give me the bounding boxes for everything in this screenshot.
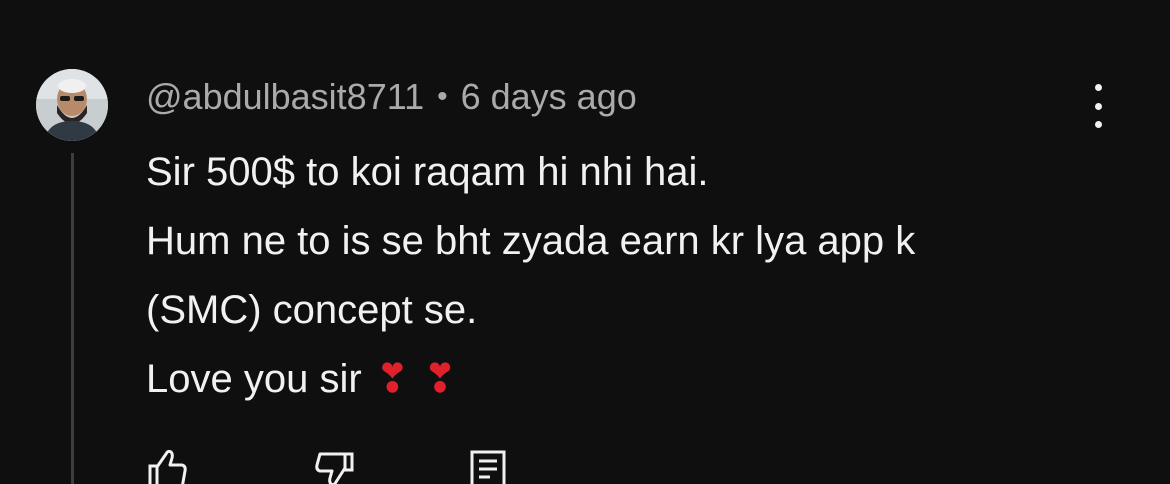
avatar-image [36, 69, 108, 141]
comment-line: Sir 500$ to koi raqam hi nhi hai. [146, 150, 709, 194]
reply-comment-icon [470, 450, 506, 484]
comment-timestamp[interactable]: 6 days ago [461, 76, 637, 118]
comment-line: (SMC) concept se. [146, 288, 478, 332]
author-handle[interactable]: @abdulbasit8711 [146, 76, 424, 118]
meta-separator: • [437, 80, 448, 113]
more-vertical-icon-dot [1094, 102, 1102, 110]
comment-actions [146, 446, 546, 484]
comment-line-last: Love you sir ❣ ❣ [146, 345, 1136, 414]
dislike-button[interactable] [314, 446, 356, 484]
heart-exclamation-emoji: ❣ [423, 357, 457, 401]
thumbs-up-icon [148, 449, 187, 484]
comment-line-text: Love you sir [146, 357, 362, 401]
more-vertical-icon-dot [1094, 84, 1102, 91]
comment-thread: @abdulbasit8711 • 6 days ago Sir 500$ to… [0, 0, 1170, 484]
more-vertical-icon-dot [1094, 121, 1102, 128]
reply-button[interactable] [468, 446, 510, 484]
comment-meta: @abdulbasit8711 • 6 days ago [146, 74, 637, 120]
comment-text: Sir 500$ to koi raqam hi nhi hai. Hum ne… [146, 138, 1136, 414]
more-options-button[interactable] [1078, 84, 1118, 128]
like-button[interactable] [146, 446, 188, 484]
avatar[interactable] [36, 69, 108, 141]
comment-line: Hum ne to is se bht zyada earn kr lya ap… [146, 219, 916, 263]
thumbs-down-icon [315, 452, 354, 484]
heart-exclamation-emoji: ❣ [375, 357, 410, 401]
thread-line [71, 153, 74, 484]
